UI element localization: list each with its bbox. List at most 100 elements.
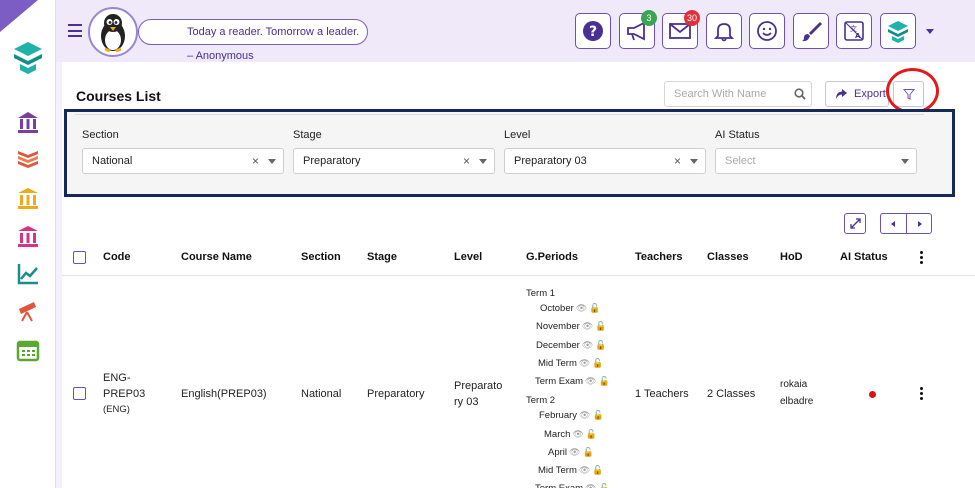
unlock-icon[interactable]: 🔓 [595, 340, 606, 350]
period-label: Mid Term [538, 358, 577, 369]
question-icon: ? [583, 21, 603, 41]
stage-clear-icon[interactable]: × [463, 149, 470, 173]
period-label: March [544, 429, 571, 440]
next-page-icon[interactable] [917, 220, 922, 227]
cell-teachers[interactable]: 1 Teachers [635, 386, 689, 402]
unlock-icon[interactable]: 🔓 [598, 376, 609, 386]
ai-status-select-placeholder: Select [725, 155, 756, 167]
bell-icon [713, 23, 735, 42]
code-sub: (ENG) [103, 404, 130, 415]
column-header-ai-status[interactable]: AI Status [840, 251, 888, 263]
search-icon [794, 88, 806, 100]
ai-status-filter-label: AI Status [715, 129, 760, 141]
period-label: Term 1 [526, 288, 556, 299]
column-header-course-name[interactable]: Course Name [181, 251, 252, 263]
telescope-icon[interactable] [16, 299, 40, 323]
unlock-icon[interactable]: 🔓 [595, 321, 606, 331]
profile-dropdown-icon[interactable] [926, 29, 934, 34]
unlock-icon[interactable]: 🔓 [592, 358, 603, 368]
messages-button[interactable]: 30 [662, 10, 700, 49]
export-button[interactable]: Export [825, 81, 889, 107]
visibility-icon[interactable]: 👁 [585, 376, 596, 386]
visibility-icon[interactable]: 👁 [569, 447, 580, 457]
visibility-icon[interactable]: 👁 [572, 429, 583, 439]
period-label: Term Exam [535, 483, 583, 488]
penguin-icon [101, 14, 125, 53]
level-select[interactable]: Preparatory 03 × [504, 148, 706, 174]
expand-button[interactable] [844, 213, 866, 234]
unlock-icon[interactable]: 🔓 [598, 483, 609, 488]
row-checkbox[interactable] [73, 387, 86, 400]
visibility-icon[interactable]: 👁 [582, 321, 593, 331]
period-item: Term Exam👁🔓 [535, 376, 610, 387]
visibility-icon[interactable]: 👁 [579, 465, 590, 475]
building-icon[interactable] [16, 224, 40, 248]
unlock-icon[interactable]: 🔓 [589, 303, 600, 313]
hod-line-1: rokaia [780, 379, 808, 390]
stage-filter: Stage Preparatory × [293, 129, 495, 174]
visibility-icon[interactable]: 👁 [585, 483, 596, 488]
calendar-icon[interactable] [16, 338, 40, 362]
stage-select[interactable]: Preparatory × [293, 148, 495, 174]
theme-button[interactable] [793, 13, 829, 49]
filter-panel: Section National × Stage Preparatory × L… [64, 109, 955, 197]
column-header-stage[interactable]: Stage [367, 251, 397, 263]
unlock-icon[interactable]: 🔓 [592, 410, 603, 420]
visibility-icon[interactable]: 👁 [579, 358, 590, 368]
cell-course-name[interactable]: English(PREP03) [181, 386, 267, 402]
column-header-classes[interactable]: Classes [707, 251, 749, 263]
row-more-options-icon[interactable] [920, 387, 924, 402]
column-header-teachers[interactable]: Teachers [635, 251, 683, 263]
level-select-value: Preparatory 03 [514, 155, 587, 167]
period-item: November 👁 🔓 [536, 321, 606, 332]
highlight-annotation-circle [886, 68, 939, 114]
period-label: April [548, 447, 568, 458]
hamburger-menu-icon[interactable] [68, 24, 82, 37]
section-chevron-down-icon[interactable] [268, 159, 276, 164]
platform-button[interactable] [880, 13, 916, 49]
column-header-code[interactable]: Code [103, 251, 131, 263]
visibility-icon[interactable]: 👁 [582, 340, 593, 350]
cell-level: Preparato ry 03 [454, 378, 502, 410]
language-button[interactable]: 文A [836, 13, 872, 49]
column-header-section[interactable]: Section [301, 251, 341, 263]
chart-icon[interactable] [16, 262, 40, 286]
pagination-divider [905, 213, 907, 234]
search-placeholder: Search With Name [674, 88, 767, 100]
svg-text:A: A [855, 32, 861, 40]
announcements-button[interactable]: 3 [619, 10, 657, 49]
unlock-icon[interactable]: 🔓 [582, 447, 593, 457]
level-clear-icon[interactable]: × [674, 149, 681, 173]
school-icon[interactable] [16, 110, 40, 134]
cell-code: ENG- PREP03 (ENG) [103, 370, 145, 418]
institution-icon[interactable] [16, 186, 40, 210]
books-icon[interactable] [16, 147, 40, 171]
column-header-periods[interactable]: G.Periods [526, 251, 578, 263]
penguin-avatar[interactable] [88, 7, 138, 57]
page-title: Courses List [76, 88, 161, 104]
ai-status-select[interactable]: Select [715, 148, 917, 174]
header-more-options-icon[interactable] [920, 251, 924, 266]
select-all-checkbox[interactable] [73, 251, 86, 264]
ai-status-chevron-down-icon[interactable] [901, 159, 909, 164]
help-button[interactable]: ? [575, 13, 611, 49]
section-select[interactable]: National × [82, 148, 284, 174]
visibility-icon[interactable]: 👁 [576, 303, 587, 313]
visibility-icon[interactable]: 👁 [579, 410, 590, 420]
period-item: April 👁 🔓 [548, 447, 594, 458]
notifications-button[interactable] [706, 13, 742, 49]
unlock-icon[interactable]: 🔓 [592, 465, 603, 475]
unlock-icon[interactable]: 🔓 [586, 429, 597, 439]
app-logo-icon[interactable] [12, 40, 44, 74]
previous-page-icon[interactable] [890, 220, 895, 227]
column-header-hod[interactable]: HoD [780, 251, 803, 263]
stage-select-value: Preparatory [303, 155, 361, 167]
ai-status-indicator [869, 391, 876, 398]
stage-chevron-down-icon[interactable] [479, 159, 487, 164]
section-clear-icon[interactable]: × [252, 149, 259, 173]
column-header-level[interactable]: Level [454, 251, 482, 263]
search-input[interactable]: Search With Name [664, 81, 812, 107]
cell-classes[interactable]: 2 Classes [707, 386, 755, 402]
level-chevron-down-icon[interactable] [690, 159, 698, 164]
feedback-button[interactable] [749, 13, 785, 49]
